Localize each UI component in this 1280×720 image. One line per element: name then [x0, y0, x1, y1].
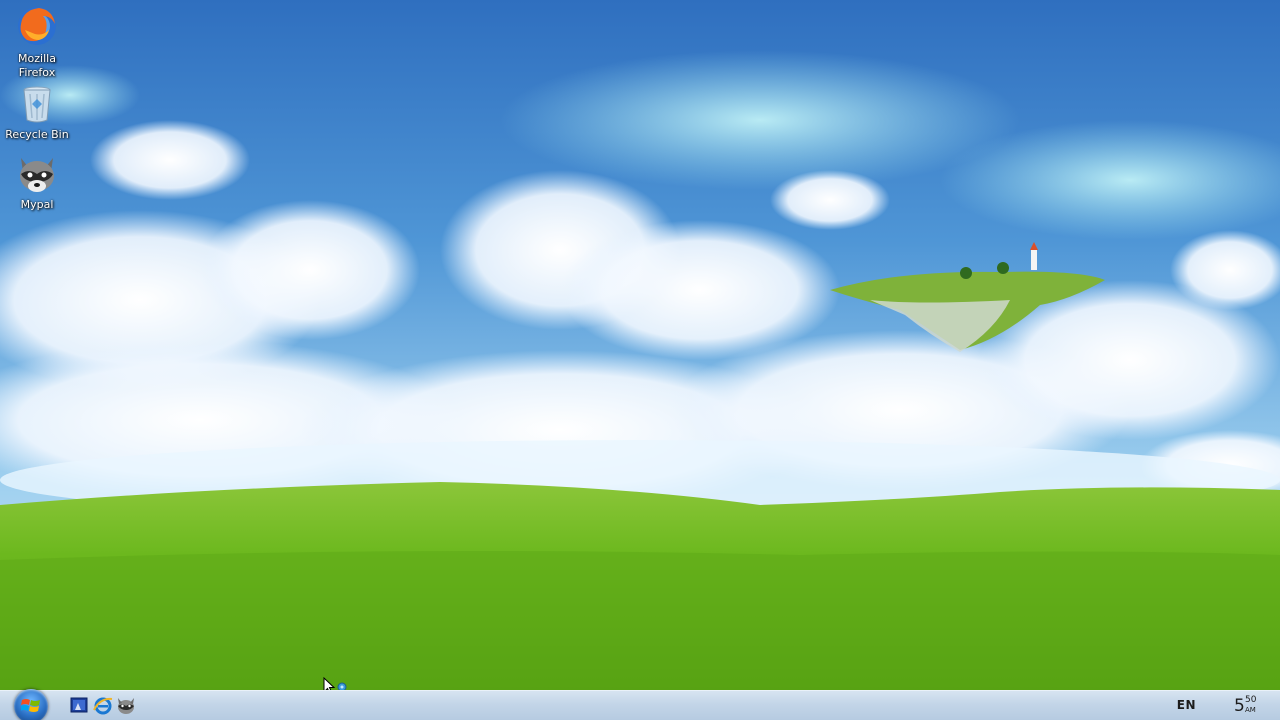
desktop-icon-label: Recycle Bin — [5, 128, 69, 141]
clock-hour: 5 — [1234, 696, 1245, 716]
desktop[interactable]: Mozilla Firefox Recycle Bin Mypal EN 5 5… — [0, 0, 1280, 720]
start-button[interactable] — [14, 689, 48, 720]
desktop-icon-mypal[interactable]: Mypal — [0, 152, 74, 212]
mypal-raccoon-icon — [15, 152, 59, 196]
quick-launch-mypal[interactable] — [115, 695, 137, 717]
recycle-bin-icon — [15, 82, 59, 126]
windows-logo-icon — [21, 699, 40, 712]
internet-explorer-icon — [93, 697, 113, 715]
desktop-icon-label: Mozilla Firefox — [18, 52, 56, 79]
mypal-raccoon-icon — [118, 698, 134, 714]
firefox-icon — [15, 4, 59, 48]
quick-launch-show-desktop[interactable] — [68, 695, 90, 717]
language-indicator[interactable]: EN — [1177, 698, 1196, 712]
desktop-wallpaper — [0, 0, 1280, 690]
quick-launch-internet-explorer[interactable] — [92, 695, 114, 717]
clock-ampm: AM — [1245, 706, 1256, 714]
taskbar: EN 5 50 AM — [0, 689, 1280, 720]
taskbar-clock[interactable]: 5 50 AM — [1232, 693, 1262, 719]
desktop-icon-recycle-bin[interactable]: Recycle Bin — [0, 82, 74, 142]
show-desktop-icon — [70, 697, 88, 713]
desktop-icon-label: Mypal — [20, 198, 54, 211]
clock-minutes: 50 — [1245, 695, 1257, 705]
desktop-icon-firefox[interactable]: Mozilla Firefox — [0, 4, 74, 80]
